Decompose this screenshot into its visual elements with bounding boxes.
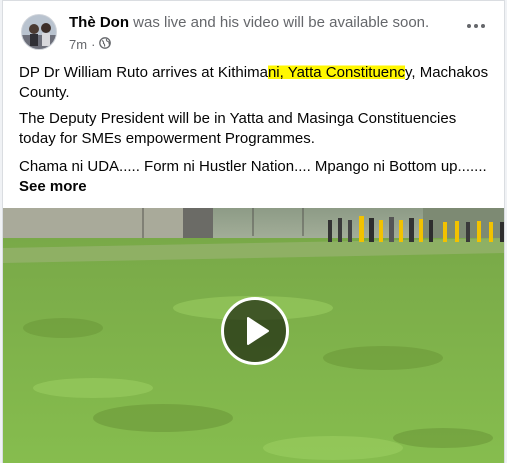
- more-options-icon[interactable]: [464, 19, 488, 33]
- author-avatar[interactable]: [21, 14, 57, 50]
- text-segment: DP Dr William Ruto arrives at Kithima: [19, 64, 268, 81]
- post-meta: 7m ·: [69, 37, 112, 52]
- post-text-line-3: Chama ni UDA..... Form ni Hustler Nation…: [19, 157, 489, 197]
- highlighted-text: ni, Yatta Constituenc: [267, 64, 405, 81]
- text-segment: Chama ni UDA..... Form ni Hustler Nation…: [19, 158, 487, 175]
- live-status-text: was live and his video will be available…: [129, 14, 430, 31]
- post-header: Thè Don was live and his video will be a…: [69, 14, 429, 31]
- play-button[interactable]: [221, 297, 289, 365]
- post-card: Thè Don was live and his video will be a…: [2, 0, 505, 463]
- globe-icon: [99, 37, 112, 52]
- post-time[interactable]: 7m: [69, 37, 87, 52]
- see-more-link[interactable]: See more: [19, 178, 87, 195]
- meta-separator: ·: [91, 37, 96, 52]
- post-text-line-2: The Deputy President will be in Yatta an…: [19, 110, 457, 147]
- play-icon: [247, 317, 269, 345]
- author-name[interactable]: Thè Don: [69, 14, 129, 31]
- post-text-line-1: DP Dr William Ruto arrives at Kithimani,…: [19, 63, 489, 103]
